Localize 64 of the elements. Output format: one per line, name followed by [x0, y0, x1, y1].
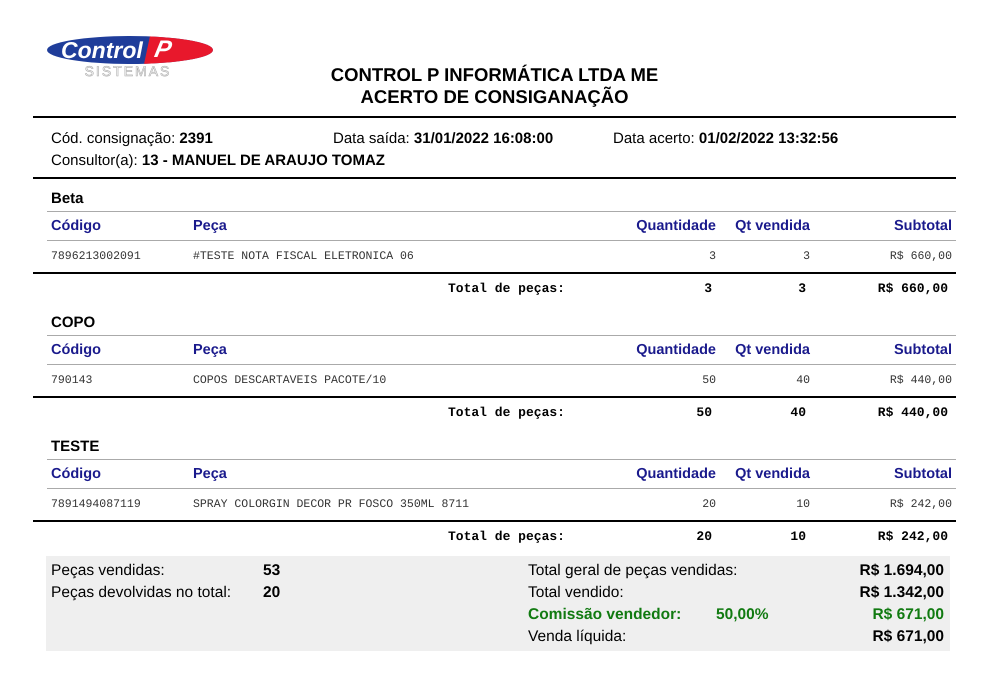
total-subtotal: R$ 660,00 — [876, 281, 948, 296]
summary-value: R$ 671,00 — [872, 606, 945, 624]
table-cell-text: R$ 242,00 — [888, 498, 952, 510]
total-sold: 40 — [789, 405, 806, 420]
total-subtotal: R$ 440,00 — [876, 405, 948, 420]
column-header: Quantidade — [635, 342, 716, 358]
table-cell-text: 7891494087119 — [50, 498, 142, 510]
column-header: Peça — [193, 218, 228, 234]
column-header: Qt vendida — [734, 342, 810, 358]
table-cell-text: R$ 660,00 — [888, 250, 952, 262]
column-header: Quantidade — [635, 466, 716, 482]
column-header: Código — [50, 342, 102, 358]
summary-value: R$ 1.694,00 — [860, 562, 945, 580]
summary-value: R$ 1.342,00 — [860, 584, 945, 602]
group-name: Beta — [50, 189, 85, 209]
table-cell-text: R$ 440,00 — [888, 374, 952, 386]
commission-rate: 50,00% — [716, 606, 769, 624]
summary-value: 53 — [263, 562, 280, 580]
info-field: Data saída: 31/01/2022 16:08:00 — [333, 130, 613, 146]
column-header: Subtotal — [893, 342, 952, 358]
total-sold: 3 — [797, 281, 806, 296]
group-name: COPO — [50, 313, 96, 333]
total-quantity: 50 — [695, 405, 712, 420]
summary-label: Total geral de peças vendidas: — [528, 562, 738, 580]
summary-label: Venda líquida: — [528, 628, 628, 646]
report-title: ACERTO DE CONSIGANAÇÃO — [360, 86, 628, 108]
table-cell-text: 40 — [795, 374, 810, 386]
column-header: Qt vendida — [734, 466, 810, 482]
table-cell-text: 3 — [708, 250, 716, 262]
column-header: Peça — [193, 466, 228, 482]
summary-label: Peças devolvidas no total: — [51, 584, 232, 602]
summary-label: Peças vendidas: — [51, 562, 166, 580]
column-header: Qt vendida — [734, 218, 810, 234]
table-cell-text: #TESTE NOTA FISCAL ELETRONICA 06 — [193, 250, 415, 262]
column-header: Subtotal — [893, 218, 952, 234]
summary-label: Total vendido: — [528, 584, 625, 602]
table-cell-text: 20 — [701, 498, 716, 510]
table-cell-text: 50 — [701, 374, 716, 386]
total-label: Total de peças: — [446, 405, 566, 420]
info-field: Data acerto: 01/02/2022 13:32:56 — [613, 130, 838, 146]
info-field: Cód. consignação: 2391 — [51, 130, 333, 146]
table-cell-text: 10 — [795, 498, 810, 510]
total-label: Total de peças: — [446, 529, 566, 544]
table-cell-text: COPOS DESCARTAVEIS PACOTE/10 — [193, 374, 388, 386]
column-header: Subtotal — [893, 466, 952, 482]
summary-value: 20 — [263, 584, 280, 602]
table-cell-text: 3 — [802, 250, 810, 262]
summary-value: R$ 671,00 — [872, 628, 945, 646]
info-field: Consultor(a): 13 - MANUEL DE ARAUJO TOMAZ — [51, 152, 385, 168]
total-sold: 10 — [789, 529, 806, 544]
table-cell-text: SPRAY COLORGIN DECOR PR FOSCO 350ML 8711 — [193, 498, 470, 510]
total-quantity: 3 — [703, 281, 712, 296]
column-header: Quantidade — [635, 218, 716, 234]
column-header: Peça — [193, 342, 228, 358]
column-header: Código — [50, 466, 102, 482]
total-subtotal: R$ 242,00 — [876, 529, 948, 544]
summary-label: Comissão vendedor: — [528, 606, 682, 624]
column-header: Código — [50, 218, 102, 234]
group-name: TESTE — [50, 437, 100, 457]
table-cell-text: 790143 — [50, 374, 94, 386]
report-title: CONTROL P INFORMÁTICA LTDA ME — [330, 64, 658, 86]
total-label: Total de peças: — [446, 281, 566, 296]
total-quantity: 20 — [695, 529, 712, 544]
table-cell-text: 7896213002091 — [50, 250, 142, 262]
